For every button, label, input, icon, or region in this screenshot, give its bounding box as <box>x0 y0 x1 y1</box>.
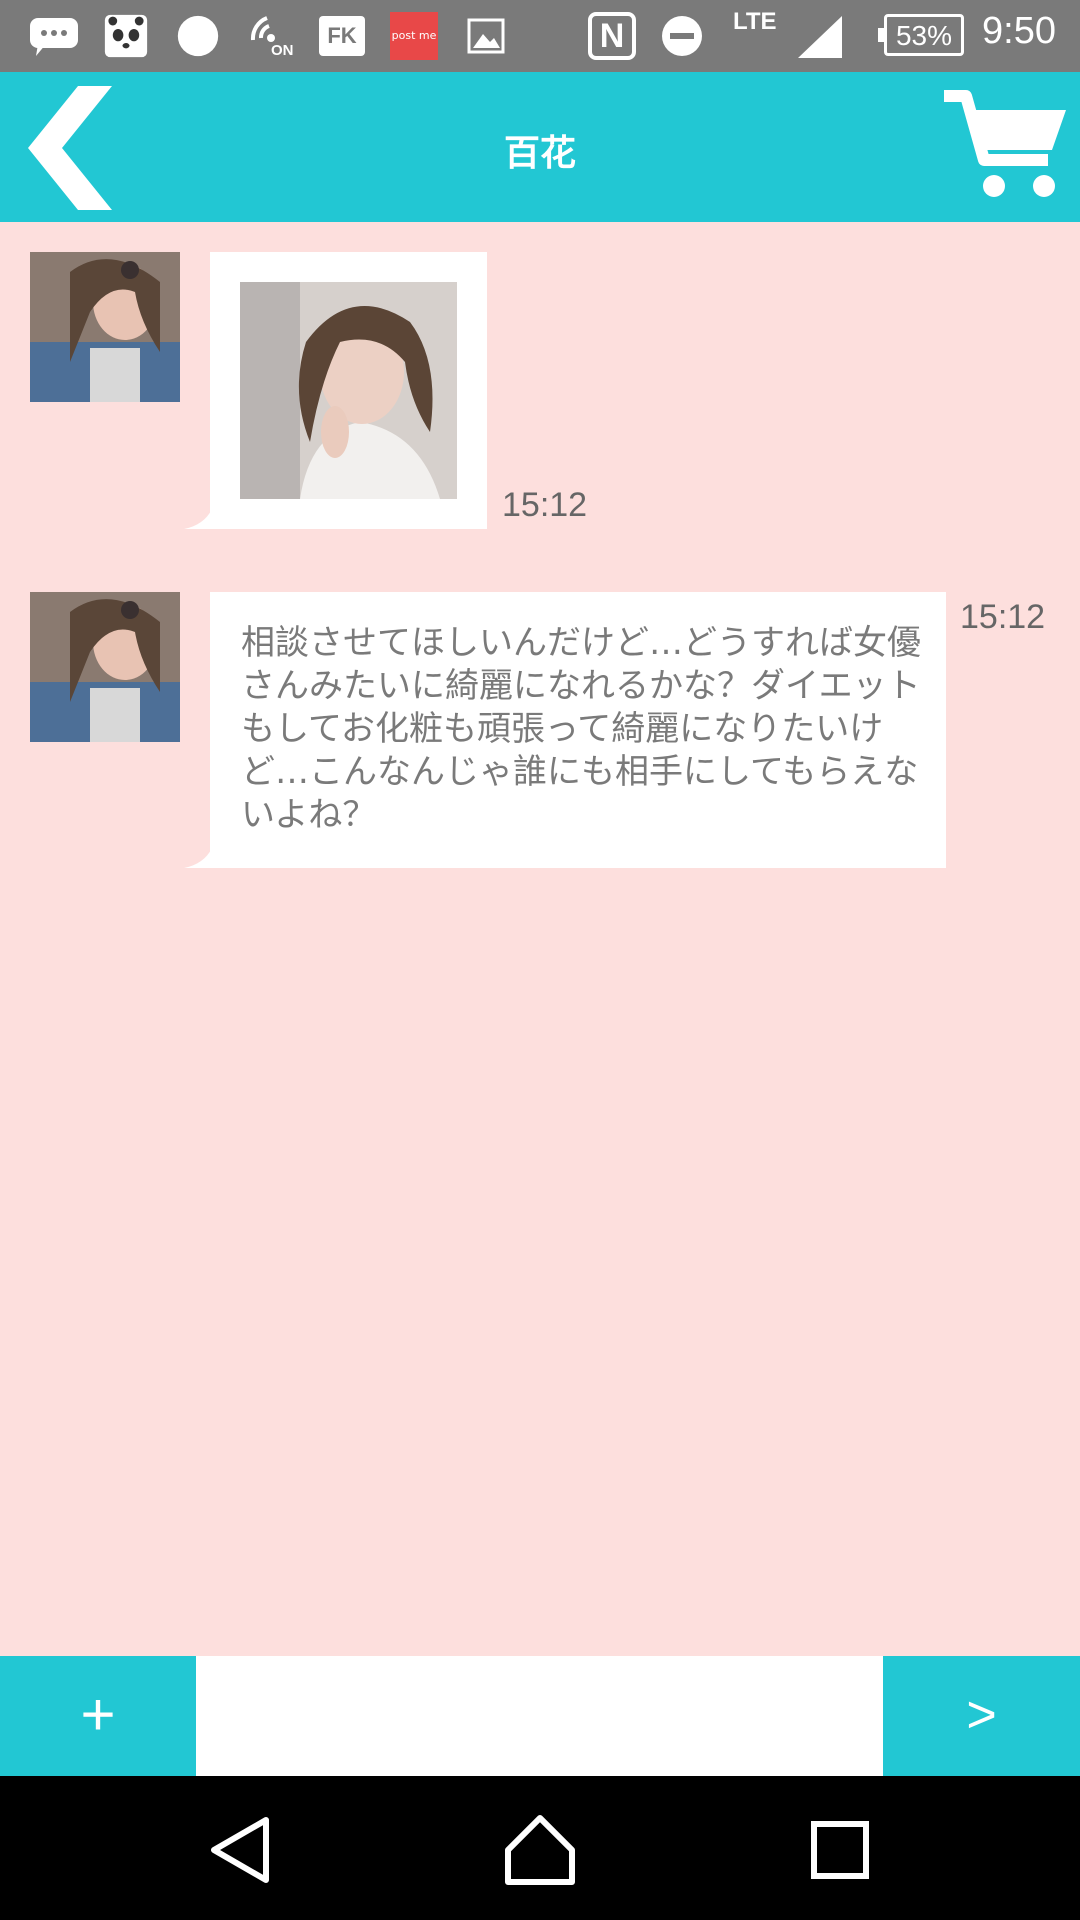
circle-icon <box>177 15 219 57</box>
app-header: 百花 <box>0 72 1080 222</box>
battery-icon: 53% <box>878 14 964 56</box>
message-text: 相談させてほしいんだけど…どうすれば女優さんみたいに綺麗になれるかな？ダイエット… <box>241 623 921 835</box>
avatar[interactable] <box>30 592 180 742</box>
cart-icon[interactable] <box>942 88 1068 204</box>
back-nav-icon[interactable] <box>200 1810 280 1890</box>
message-time: 15:12 <box>960 598 1046 636</box>
fk-app-icon: FK <box>319 16 365 56</box>
clock: 9:50 <box>982 10 1056 52</box>
send-button[interactable]: > <box>883 1656 1080 1776</box>
recents-nav-icon[interactable] <box>800 1810 880 1890</box>
chat-bubble-icon <box>30 18 78 56</box>
postme-label: post me <box>391 29 437 42</box>
bubble-tail <box>184 848 212 868</box>
message-input-bar: + > <box>0 1656 1080 1776</box>
network-type: LTE <box>733 8 777 35</box>
system-nav-bar <box>0 1776 1080 1920</box>
page-title: 百花 <box>503 133 576 174</box>
status-bar: ON FK post me N LTE 53% 9:50 <box>0 0 1080 72</box>
signal-icon <box>798 16 842 58</box>
wireless-on-label: ON <box>271 42 294 59</box>
avatar[interactable] <box>30 252 180 402</box>
message-input[interactable] <box>196 1656 883 1776</box>
nfc-icon: N <box>588 12 636 60</box>
panda-icon <box>104 14 148 58</box>
postme-app-icon: post me <box>390 12 438 60</box>
photo[interactable] <box>240 282 457 499</box>
bubble-tail <box>184 509 212 529</box>
battery-level: 53% <box>895 20 953 51</box>
image-bubble[interactable] <box>210 252 487 529</box>
do-not-disturb-icon <box>662 16 702 56</box>
home-nav-icon[interactable] <box>500 1810 580 1890</box>
wireless-on-icon: ON <box>247 12 297 62</box>
add-attachment-button[interactable]: + <box>0 1656 196 1776</box>
message-time: 15:12 <box>502 486 588 524</box>
image-icon <box>467 18 505 54</box>
